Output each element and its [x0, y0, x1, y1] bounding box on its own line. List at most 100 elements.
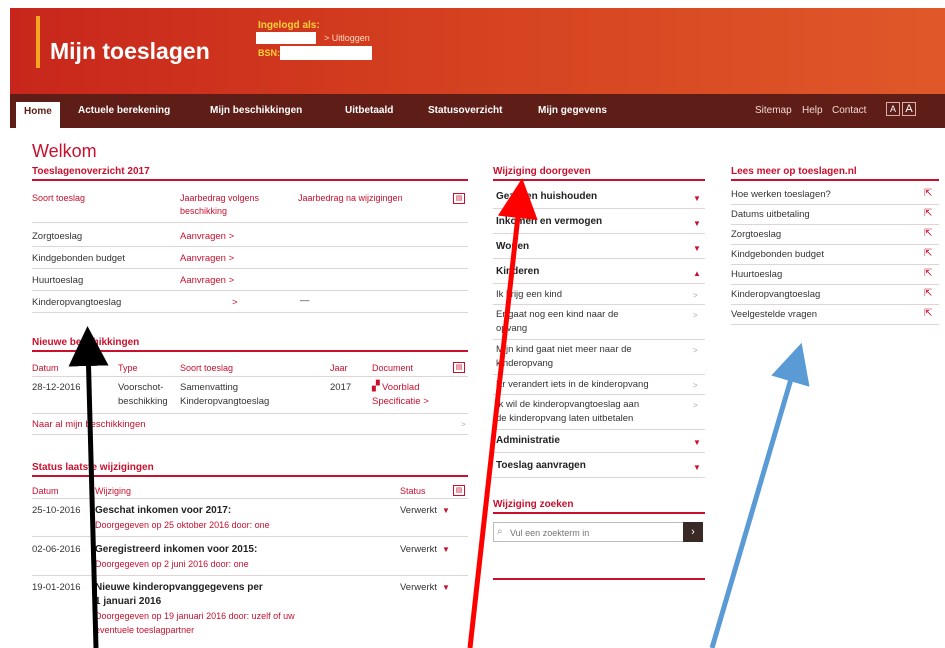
divider: [32, 413, 468, 414]
decision-year: 2017: [330, 382, 352, 393]
chevron-down-icon[interactable]: ▼: [693, 463, 701, 472]
external-link-icon[interactable]: ⇱: [924, 288, 932, 299]
category-housing[interactable]: Wonen: [496, 240, 529, 254]
category-apply[interactable]: Toeslag aanvragen: [496, 459, 586, 473]
logged-in-label: Ingelogd als:: [258, 20, 320, 31]
divider: [493, 233, 705, 234]
status-change-sub-2: eventuele toeslagpartner: [95, 625, 195, 635]
apply-link[interactable]: Aanvragen >: [180, 252, 234, 266]
chevron-down-icon[interactable]: ▼: [442, 506, 450, 515]
decision-kind-2: Kinderopvangtoeslag: [180, 396, 270, 407]
logout-link[interactable]: > Uitloggen: [324, 33, 370, 43]
readmore-link[interactable]: Datums uitbetaling: [731, 208, 810, 222]
divider: [32, 376, 468, 377]
changes-rule: [493, 179, 705, 181]
tab-mijn-beschikkingen[interactable]: Mijn beschikkingen: [210, 105, 302, 116]
blue-arrow: [709, 342, 810, 648]
decisions-title: Nieuwe beschikkingen: [32, 337, 140, 348]
all-decisions-link[interactable]: Naar al mijn beschikkingen: [32, 418, 146, 432]
chevron-down-icon[interactable]: ▼: [693, 438, 701, 447]
print-icon[interactable]: ▤: [453, 485, 465, 496]
chevron-down-icon[interactable]: ▼: [693, 219, 701, 228]
readmore-title: Lees meer op toeslagen.nl: [731, 166, 857, 177]
tab-mijn-gegevens[interactable]: Mijn gegevens: [538, 105, 607, 116]
kids-item[interactable]: Ik krijg een kind: [496, 288, 562, 302]
external-link-icon[interactable]: ⇱: [924, 208, 932, 219]
chevron-right-icon: >: [461, 420, 466, 429]
tab-statusoverzicht[interactable]: Statusoverzicht: [428, 105, 502, 116]
search-box: ⌕ ›: [493, 522, 703, 542]
status-title: Status laatste wijzigingen: [32, 462, 154, 473]
chevron-up-icon[interactable]: ▲: [693, 269, 701, 278]
external-link-icon[interactable]: ⇱: [924, 308, 932, 319]
category-children[interactable]: Kinderen: [496, 265, 539, 279]
readmore-link[interactable]: Huurtoeslag: [731, 268, 782, 282]
divider: [32, 575, 468, 576]
overview-row-name: Kindgebonden budget: [32, 253, 125, 264]
status-col-change: Wijziging: [95, 486, 132, 496]
tab-uitbetaald[interactable]: Uitbetaald: [345, 105, 393, 116]
divider: [493, 258, 705, 259]
divider: [493, 208, 705, 209]
bsn-label: BSN:: [258, 48, 280, 58]
divider: [731, 224, 939, 225]
kids-item-2[interactable]: de kinderopvang laten uitbetalen: [496, 412, 633, 426]
decision-kind: Samenvatting: [180, 382, 239, 393]
bottom-rule: [493, 578, 705, 580]
divider: [731, 324, 939, 325]
search-submit-button[interactable]: ›: [683, 522, 703, 542]
overview-row-name: Zorgtoeslag: [32, 231, 83, 242]
apply-link[interactable]: Aanvragen >: [180, 274, 234, 288]
search-rule: [493, 512, 705, 514]
divider: [731, 264, 939, 265]
tab-home[interactable]: Home: [16, 102, 60, 128]
app-title: Mijn toeslagen: [50, 38, 210, 64]
chevron-right-icon: >: [693, 311, 698, 320]
readmore-link[interactable]: Kindgebonden budget: [731, 248, 824, 262]
status-col-status: Status: [400, 486, 426, 496]
print-icon[interactable]: ▤: [453, 193, 465, 204]
external-link-icon[interactable]: ⇱: [924, 248, 932, 259]
readmore-link[interactable]: Hoe werken toeslagen?: [731, 188, 831, 202]
category-income[interactable]: Inkomen en vermogen: [496, 215, 602, 229]
cover-sheet-link[interactable]: Voorblad: [382, 381, 420, 395]
chevron-down-icon[interactable]: ▼: [442, 545, 450, 554]
search-input[interactable]: [510, 526, 680, 539]
chevron-down-icon[interactable]: ▼: [442, 583, 450, 592]
detail-link[interactable]: >: [232, 296, 238, 310]
readmore-link[interactable]: Zorgtoeslag: [731, 228, 781, 242]
divider: [731, 204, 939, 205]
print-icon[interactable]: ▤: [453, 362, 465, 373]
help-link[interactable]: Help: [802, 105, 823, 116]
chevron-right-icon: >: [693, 346, 698, 355]
kids-item[interactable]: Er gaat nog een kind naar de: [496, 308, 619, 322]
tab-actuele-berekening[interactable]: Actuele berekening: [78, 105, 170, 116]
chevron-down-icon[interactable]: ▼: [693, 194, 701, 203]
external-link-icon[interactable]: ⇱: [924, 188, 932, 199]
status-change-sub: Doorgegeven op 2 juni 2016 door: one: [95, 559, 249, 569]
status-value: Verwerkt: [400, 582, 437, 593]
readmore-link[interactable]: Kinderopvangtoeslag: [731, 288, 820, 302]
kids-item-2[interactable]: kinderopvang: [496, 357, 553, 371]
kids-item[interactable]: Ik wil de kinderopvangtoeslag aan: [496, 398, 639, 412]
status-value: Verwerkt: [400, 544, 437, 555]
redacted-bsn: [280, 46, 372, 60]
contact-link[interactable]: Contact: [832, 105, 866, 116]
kids-item[interactable]: Mijn kind gaat niet meer naar de: [496, 343, 632, 357]
font-large-button[interactable]: A: [902, 102, 916, 116]
external-link-icon[interactable]: ⇱: [924, 268, 932, 279]
apply-link[interactable]: Aanvragen >: [180, 230, 234, 244]
specification-link[interactable]: Specificatie >: [372, 395, 429, 409]
readmore-link[interactable]: Veelgestelde vragen: [731, 308, 817, 322]
top-whitespace: [0, 0, 945, 8]
category-administration[interactable]: Administratie: [496, 434, 560, 448]
external-link-icon[interactable]: ⇱: [924, 228, 932, 239]
sitemap-link[interactable]: Sitemap: [755, 105, 792, 116]
kids-item[interactable]: Er verandert iets in de kinderopvang: [496, 378, 649, 392]
font-small-button[interactable]: A: [886, 102, 900, 116]
divider: [32, 536, 468, 537]
decisions-col-document: Document: [372, 363, 414, 373]
chevron-down-icon[interactable]: ▼: [693, 244, 701, 253]
kids-item-2[interactable]: opvang: [496, 322, 527, 336]
category-family[interactable]: Gezin en huishouden: [496, 190, 597, 204]
